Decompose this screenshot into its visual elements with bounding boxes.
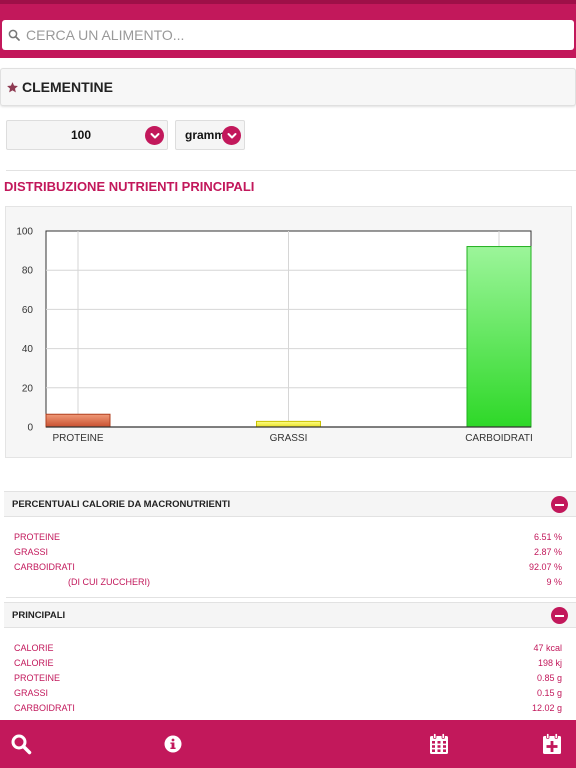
list-item: CARBOIDRATI 92.07 % <box>14 562 562 576</box>
star-icon[interactable] <box>6 81 19 94</box>
list-item: GRASSI 0.15 g <box>14 688 562 702</box>
quantity-value: 100 <box>70 128 92 142</box>
y-tick-label: 80 <box>22 266 34 277</box>
bottom-tab-bar <box>0 720 576 768</box>
row-label: CALORIE <box>14 658 54 668</box>
tab-search[interactable] <box>9 732 33 756</box>
bar-chart: 0 20 40 60 80 100 PROTEINE GRASSI CARBOIDRATI <box>16 227 533 445</box>
tab-calendar-add[interactable] <box>540 732 564 756</box>
row-value: 9 % <box>546 577 562 587</box>
list-item: PROTEINE 6.51 % <box>14 532 562 546</box>
section-title: DISTRIBUZIONE NUTRIENTI PRINCIPALI <box>4 179 255 194</box>
list-item: CALORIE 198 kj <box>14 658 562 672</box>
row-label: CARBOIDRATI <box>14 703 75 713</box>
quantity-select[interactable]: 100 <box>6 120 168 150</box>
y-tick-label: 100 <box>16 227 33 238</box>
search-icon <box>8 29 20 41</box>
x-tick-label: PROTEINE <box>52 433 103 444</box>
food-name: CLEMENTINE <box>22 79 113 95</box>
y-tick-label: 0 <box>27 423 33 434</box>
minus-circle-icon[interactable] <box>551 607 568 624</box>
top-strip <box>0 0 576 4</box>
y-tick-label: 20 <box>22 383 34 394</box>
bar-carboidrati <box>466 246 532 428</box>
bar-grassi <box>256 420 321 428</box>
principali-header[interactable]: PRINCIPALI <box>4 602 576 628</box>
row-value: 6.51 % <box>533 532 562 542</box>
row-value: 0.85 g <box>536 673 562 683</box>
row-value: 12.02 g <box>531 703 562 713</box>
row-value: 2.87 % <box>533 547 562 557</box>
top-bar <box>0 0 576 58</box>
info-icon <box>164 735 182 753</box>
row-label: GRASSI <box>14 688 49 698</box>
principali-title: PRINCIPALI <box>12 609 66 621</box>
row-value: 0.15 g <box>536 688 562 698</box>
row-label: CARBOIDRATI <box>14 562 75 572</box>
macro-percent-title: PERCENTUALI CALORIE DA MACRONUTRIENTI <box>12 498 231 510</box>
search-bar[interactable] <box>2 20 574 50</box>
calendar-icon <box>430 733 448 754</box>
minus-circle-icon[interactable] <box>551 496 568 513</box>
macro-percent-header[interactable]: PERCENTUALI CALORIE DA MACRONUTRIENTI <box>4 491 576 517</box>
chevron-down-icon <box>145 126 164 145</box>
calendar-add-icon <box>543 733 561 754</box>
row-label: (DI CUI ZUCCHERI) <box>68 577 150 587</box>
y-tick-label: 40 <box>22 344 34 355</box>
list-item: (DI CUI ZUCCHERI) 9 % <box>14 577 562 591</box>
row-value: 92.07 % <box>528 562 562 572</box>
search-input[interactable] <box>26 27 546 43</box>
y-tick-label: 60 <box>22 305 34 316</box>
x-tick-label: GRASSI <box>270 433 308 444</box>
row-label: PROTEINE <box>14 532 61 542</box>
nutrient-chart: 0 20 40 60 80 100 PROTEINE GRASSI CARBOIDRATI <box>5 206 572 458</box>
row-value: 198 kj <box>537 658 562 668</box>
food-title-card: CLEMENTINE <box>0 68 576 106</box>
row-value: 47 kcal <box>533 643 562 653</box>
list-item: GRASSI 2.87 % <box>14 547 562 561</box>
chevron-down-icon <box>222 126 241 145</box>
divider <box>6 170 576 171</box>
divider <box>6 597 576 598</box>
unit-select[interactable]: grammi <box>175 120 245 150</box>
tab-calendar[interactable] <box>427 732 451 756</box>
row-label: CALORIE <box>14 643 54 653</box>
row-label: GRASSI <box>14 547 49 557</box>
row-label: PROTEINE <box>14 673 61 683</box>
list-item: CARBOIDRATI 12.02 g <box>14 703 562 717</box>
bar-proteine <box>45 413 111 428</box>
search-icon <box>11 734 32 755</box>
x-tick-label: CARBOIDRATI <box>465 433 533 444</box>
tab-info[interactable] <box>161 732 185 756</box>
list-item: CALORIE 47 kcal <box>14 643 562 657</box>
list-item: PROTEINE 0.85 g <box>14 673 562 687</box>
